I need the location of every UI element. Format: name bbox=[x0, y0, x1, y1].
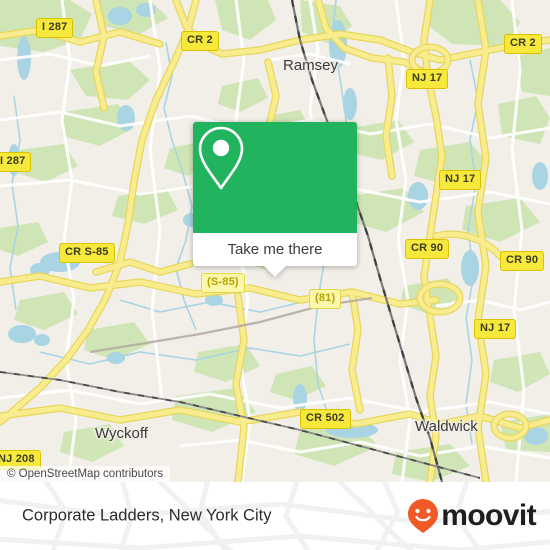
take-me-there-label: Take me there bbox=[227, 241, 323, 258]
road-shield[interactable]: (81) bbox=[309, 289, 342, 309]
road-shield[interactable]: I 287 bbox=[36, 18, 74, 38]
map-popup-callout[interactable]: Take me there bbox=[193, 122, 357, 277]
popup-header bbox=[193, 122, 357, 233]
road-shield[interactable]: (S-85) bbox=[201, 273, 245, 293]
road-shield[interactable]: NJ 17 bbox=[406, 69, 449, 89]
osm-attribution[interactable]: © OpenStreetMap contributors bbox=[0, 466, 171, 482]
bottom-info-bar: Corporate Ladders, New York City moovit bbox=[0, 482, 550, 550]
moovit-wordmark: moovit bbox=[441, 499, 536, 532]
road-shield[interactable]: CR 90 bbox=[405, 239, 450, 259]
road-shield[interactable]: CR 2 bbox=[504, 34, 542, 54]
moovit-pin-icon bbox=[408, 499, 439, 533]
road-shield[interactable]: CR S-85 bbox=[59, 243, 115, 263]
place-label-wyckoff: Wyckoff bbox=[95, 425, 148, 442]
popup-pointer-tail bbox=[264, 266, 286, 277]
moovit-map-screenshot: I 287 CR 2 CR 2 NJ 17 I 287 NJ 17 CR S-8… bbox=[0, 0, 550, 550]
road-shield[interactable]: NJ 17 bbox=[439, 170, 482, 190]
road-shield[interactable]: CR 2 bbox=[181, 31, 219, 51]
road-shield[interactable]: I 287 bbox=[0, 152, 32, 172]
popup-action-bar[interactable]: Take me there bbox=[193, 233, 357, 266]
place-label-ramsey: Ramsey bbox=[283, 57, 339, 74]
map-pin-icon bbox=[198, 126, 244, 190]
road-shield[interactable]: CR 90 bbox=[500, 251, 545, 271]
place-label-waldwick: Waldwick bbox=[415, 418, 478, 435]
road-shield[interactable]: NJ 17 bbox=[474, 319, 517, 339]
moovit-logo[interactable]: moovit bbox=[406, 497, 537, 535]
location-title: Corporate Ladders, New York City bbox=[22, 506, 272, 525]
road-shield[interactable]: CR 502 bbox=[300, 409, 351, 429]
map-canvas[interactable]: I 287 CR 2 CR 2 NJ 17 I 287 NJ 17 CR S-8… bbox=[0, 0, 550, 482]
